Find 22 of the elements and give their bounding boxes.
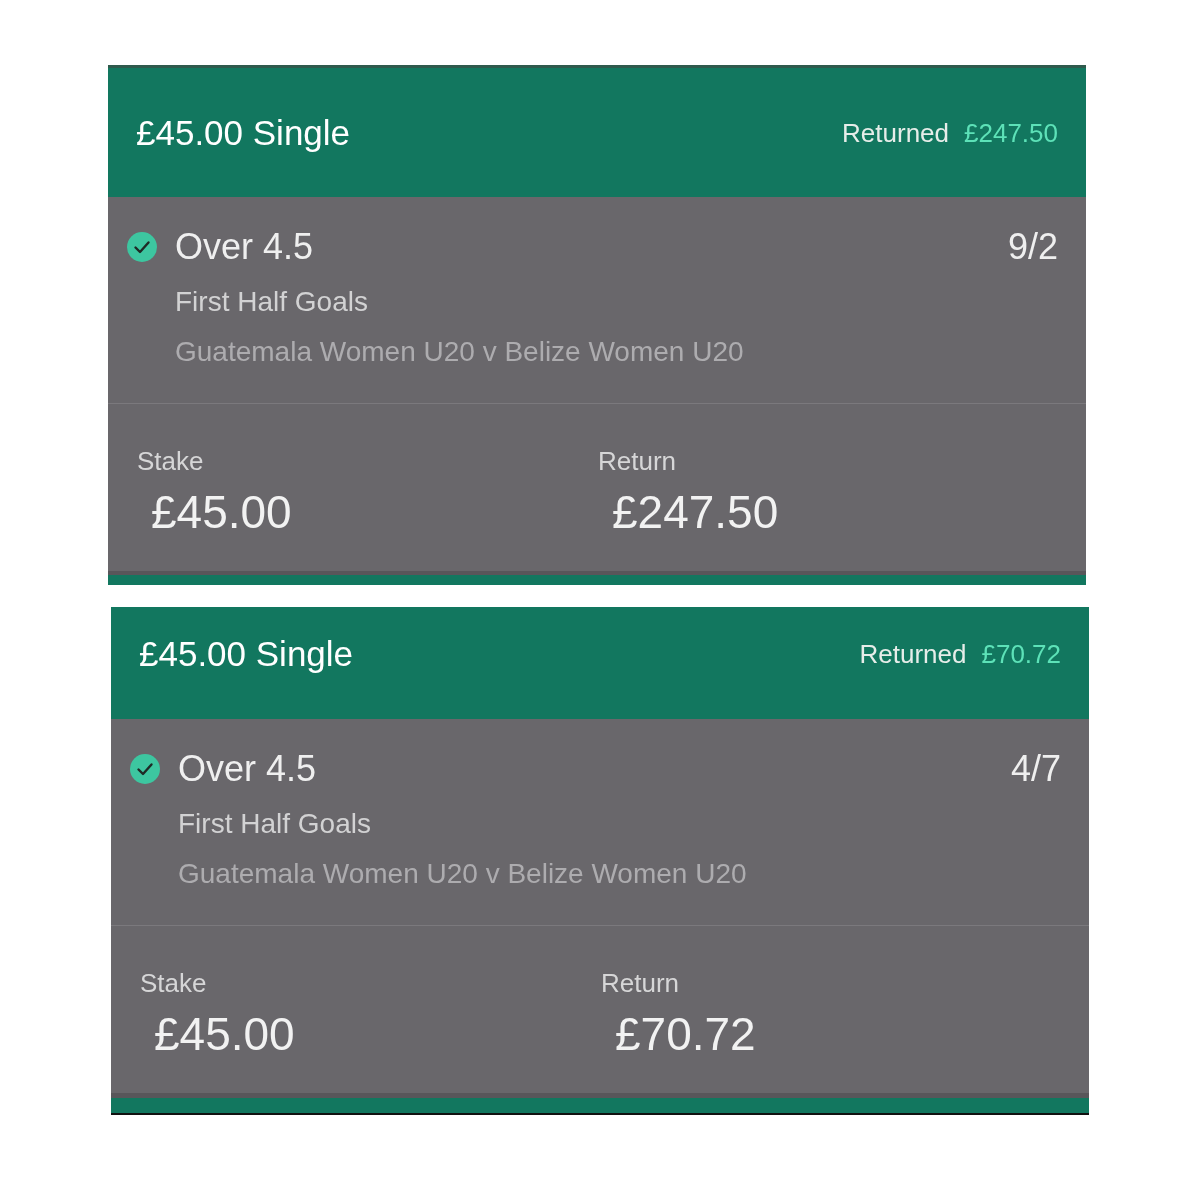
stake-label: Stake bbox=[137, 446, 205, 476]
return-amount: £70.72 bbox=[614, 1009, 757, 1059]
return-label: Return bbox=[598, 446, 678, 476]
stake-amount: £45.00 bbox=[153, 1009, 296, 1059]
returned-label: Returned bbox=[859, 638, 967, 670]
event-name: Guatemala Women U20 v Belize Women U20 bbox=[174, 335, 745, 369]
return-label: Return bbox=[601, 968, 681, 998]
returned-amount: £70.72 bbox=[981, 638, 1061, 670]
market-name: First Half Goals bbox=[177, 807, 372, 841]
return-amount: £247.50 bbox=[611, 487, 780, 537]
bet-title: £45.00 Single bbox=[136, 112, 351, 154]
selection-name: Over 4.5 bbox=[175, 225, 315, 269]
market-name: First Half Goals bbox=[174, 285, 369, 319]
returned-label: Returned bbox=[842, 117, 949, 149]
event-name: Guatemala Women U20 v Belize Women U20 bbox=[177, 857, 748, 891]
odds: 9/2 bbox=[1007, 225, 1058, 269]
selection-name: Over 4.5 bbox=[178, 747, 318, 791]
odds: 4/7 bbox=[1010, 747, 1061, 791]
returned-amount: £247.50 bbox=[964, 117, 1058, 149]
stake-label: Stake bbox=[140, 968, 208, 998]
stake-amount: £45.00 bbox=[150, 487, 293, 537]
bet-title: £45.00 Single bbox=[139, 633, 354, 675]
